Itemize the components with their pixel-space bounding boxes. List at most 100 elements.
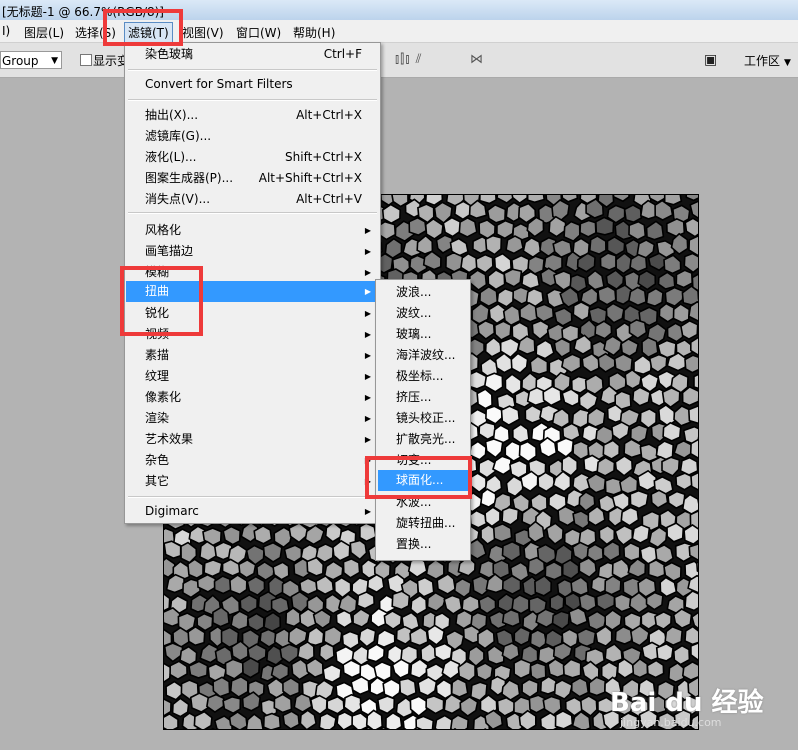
glass-cell (685, 195, 698, 202)
submenu-arrow-icon: ▶ (364, 287, 371, 296)
glass-cell (513, 658, 532, 680)
auto-align-icon[interactable]: ⋈ (470, 52, 483, 67)
menu-item-last-filter[interactable]: 染色玻璃 Ctrl+F (126, 44, 379, 65)
menu-item-stylize[interactable]: 风格化 ▶ (126, 220, 379, 241)
menu-item-extract[interactable]: 抽出(X)... Alt+Ctrl+X (126, 105, 379, 126)
glass-cell (547, 658, 566, 679)
menu-item-label: 艺术效果 (145, 432, 194, 446)
glass-cell (572, 440, 590, 461)
glass-cell (544, 560, 563, 581)
glass-cell (179, 645, 198, 666)
annotation-box-filter-menu (103, 9, 183, 46)
submenu-item-wave[interactable]: 波浪... (378, 282, 468, 303)
submenu-item-pinch[interactable]: 挤压... (378, 387, 468, 408)
auto-select-value: Group (2, 54, 39, 68)
menu-item-pattern-maker[interactable]: 图案生成器(P)... Alt+Shift+Ctrl+X (126, 168, 379, 189)
glass-cell (485, 405, 503, 425)
submenu-item-diffuse-glow[interactable]: 扩散亮光... (378, 429, 468, 450)
glass-cell (511, 423, 530, 444)
glass-cell (535, 339, 555, 360)
submenu-item-displace[interactable]: 置换... (378, 534, 468, 555)
menu-image[interactable]: I) (2, 24, 10, 38)
submenu-item-twirl[interactable]: 旋转扭曲... (378, 513, 468, 534)
menu-item-label: 玻璃... (396, 327, 432, 341)
show-transform-checkbox[interactable] (80, 54, 92, 66)
glass-cell (238, 558, 257, 579)
glass-cell (445, 251, 464, 273)
menu-view[interactable]: 视图(V) (182, 24, 224, 41)
menu-separator (128, 99, 377, 101)
menu-layer[interactable]: 图层(L) (24, 24, 64, 41)
glass-cell (424, 217, 444, 240)
menu-item-label: 海洋波纹... (396, 348, 456, 362)
menu-item-convert-smart[interactable]: Convert for Smart Filters (126, 74, 379, 95)
menu-item-label: 图案生成器(P)... (145, 171, 234, 185)
glass-cell (398, 677, 417, 698)
glass-cell (588, 235, 607, 255)
glass-cell (425, 558, 445, 581)
glass-cell (548, 215, 567, 238)
glass-cell (351, 712, 369, 729)
submenu-item-lens-correction[interactable]: 镜头校正... (378, 408, 468, 429)
glass-cell (563, 220, 581, 243)
menu-help[interactable]: 帮助(H) (293, 24, 335, 41)
menu-window[interactable]: 窗口(W) (236, 24, 281, 41)
submenu-item-polar-coordinates[interactable]: 极坐标... (378, 366, 468, 387)
glass-cell (657, 271, 676, 290)
bridge-icon[interactable]: ▣ (704, 52, 717, 68)
glass-cell (169, 660, 188, 681)
submenu-item-ocean-ripple[interactable]: 海洋波纹... (378, 345, 468, 366)
glass-cell (521, 270, 541, 290)
glass-cell (501, 574, 522, 596)
menu-item-label: 滤镜库(G)... (145, 129, 212, 143)
menu-item-sketch[interactable]: 素描 ▶ (126, 345, 379, 366)
glass-cell (693, 373, 698, 390)
glass-cell (273, 693, 293, 714)
glass-cell (245, 713, 264, 729)
glass-cell (687, 405, 698, 425)
menu-item-render[interactable]: 渲染 ▶ (126, 408, 379, 429)
glass-cell (496, 219, 515, 240)
glass-cell (224, 658, 244, 680)
menu-item-artistic[interactable]: 艺术效果 ▶ (126, 429, 379, 450)
align-icons[interactable]: ⫾⫿⫾ ⫽ (395, 52, 422, 67)
glass-cell (342, 558, 361, 579)
auto-select-dropdown[interactable]: Group ▼ (0, 51, 62, 69)
menu-item-brush-strokes[interactable]: 画笔描边 ▶ (126, 241, 379, 262)
submenu-item-glass[interactable]: 玻璃... (378, 324, 468, 345)
glass-cell (522, 236, 542, 259)
glass-cell (611, 421, 631, 441)
glass-cell (595, 591, 616, 612)
glass-cell (568, 607, 589, 627)
menu-item-shortcut: Ctrl+F (323, 47, 362, 61)
menu-item-noise[interactable]: 杂色 ▶ (126, 450, 379, 471)
menu-item-vanishing-point[interactable]: 消失点(V)... Alt+Ctrl+V (126, 189, 379, 210)
glass-cell (417, 676, 438, 697)
menu-item-liquify[interactable]: 液化(L)... Shift+Ctrl+X (126, 147, 379, 168)
glass-cell (228, 711, 248, 729)
glass-cell (684, 625, 698, 646)
glass-cell (571, 541, 590, 562)
glass-cell (496, 195, 515, 204)
menu-item-pixelate[interactable]: 像素化 ▶ (126, 387, 379, 408)
glass-cell (662, 421, 682, 442)
workspace-dropdown[interactable]: 工作区 ▼ (744, 52, 791, 69)
menu-item-texture[interactable]: 纹理 ▶ (126, 366, 379, 387)
glass-cell (604, 575, 622, 596)
menu-item-digimarc[interactable]: Digimarc ▶ (126, 501, 379, 522)
submenu-arrow-icon: ▶ (364, 247, 371, 256)
glass-cell (246, 575, 266, 597)
glass-cell (486, 645, 505, 665)
glass-cell (629, 624, 650, 647)
glass-cell (534, 303, 555, 323)
glass-cell (553, 307, 573, 327)
glass-cell (672, 644, 691, 666)
glass-cell (666, 522, 685, 543)
submenu-item-ripple[interactable]: 波纹... (378, 303, 468, 324)
menu-item-filter-gallery[interactable]: 滤镜库(G)... (126, 126, 379, 147)
glass-cell (492, 523, 513, 543)
glass-cell (655, 642, 674, 662)
glass-cell (395, 625, 412, 646)
menu-item-other[interactable]: 其它 ▶ (126, 471, 379, 492)
glass-cell (241, 657, 261, 679)
